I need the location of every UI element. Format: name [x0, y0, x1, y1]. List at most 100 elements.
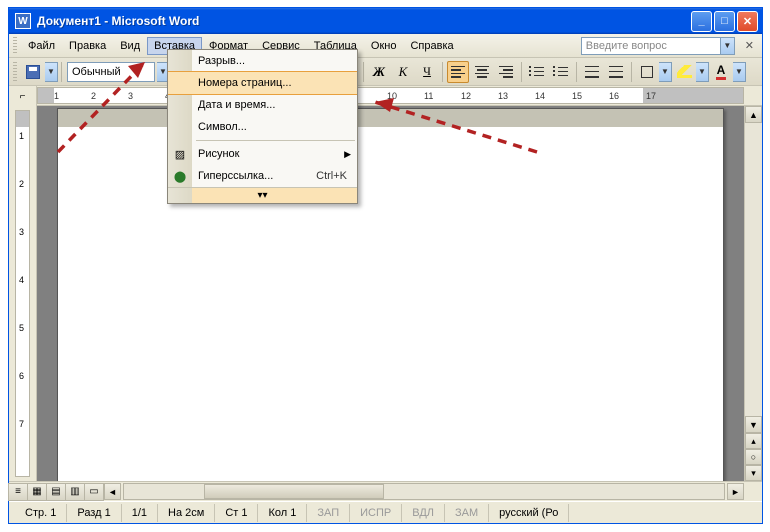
document-page[interactable] [57, 108, 724, 481]
status-page: Стр. 1 [15, 504, 67, 522]
status-section: Разд 1 [67, 504, 121, 522]
status-rec: ЗАП [307, 504, 350, 522]
increase-indent-button[interactable] [605, 61, 627, 83]
horizontal-ruler[interactable]: 1234567891011121314151617 [37, 87, 744, 104]
font-color-icon: A [716, 63, 727, 80]
align-center-button[interactable] [471, 61, 493, 83]
help-search-input[interactable]: Введите вопрос [581, 37, 721, 55]
word-app-icon: W [15, 13, 31, 29]
status-trk: ИСПР [350, 504, 402, 522]
bold-button[interactable]: Ж [368, 61, 390, 83]
formatting-toolbar: ▼ Обычный ▼ Ж К Ч ▼ ▼ A ▼ [9, 58, 762, 86]
app-window: W Документ1 - Microsoft Word _ □ ✕ Файл … [8, 7, 763, 524]
print-view-button[interactable]: ▤ [46, 483, 66, 501]
save-icon [26, 65, 40, 79]
underline-button[interactable]: Ч [416, 61, 438, 83]
doc-close-button[interactable]: ✕ [741, 39, 758, 52]
status-bar: Стр. 1 Разд 1 1/1 На 2см Ст 1 Кол 1 ЗАП … [9, 501, 762, 523]
menu-item-picture[interactable]: ▨ Рисунок ▶ [168, 143, 357, 165]
align-center-icon [475, 66, 489, 78]
save-dropdown[interactable]: ▼ [45, 62, 58, 82]
numbered-list-button[interactable] [526, 61, 548, 83]
menu-help[interactable]: Справка [403, 37, 460, 55]
menu-window[interactable]: Окно [364, 37, 404, 55]
menu-view[interactable]: Вид [113, 37, 147, 55]
hyperlink-icon: ⬤ [172, 168, 188, 184]
scrollbar-thumb[interactable] [204, 484, 384, 499]
align-left-icon [451, 66, 465, 78]
menu-bar: Файл Правка Вид Вставка Формат Сервис Та… [9, 34, 762, 58]
browse-object-button[interactable]: ○ [745, 449, 762, 465]
menu-item-page-numbers[interactable]: Номера страниц... [168, 71, 357, 95]
borders-button[interactable] [636, 61, 658, 83]
toolbar-grip[interactable] [13, 62, 17, 82]
scroll-down-button[interactable]: ▼ [745, 416, 762, 433]
align-right-button[interactable] [495, 61, 517, 83]
title-bar: W Документ1 - Microsoft Word _ □ ✕ [9, 8, 762, 34]
status-pages: 1/1 [122, 504, 158, 522]
outline-view-button[interactable]: ▥ [65, 483, 85, 501]
menu-file[interactable]: Файл [21, 37, 62, 55]
increase-indent-icon [609, 66, 623, 78]
italic-button[interactable]: К [392, 61, 414, 83]
menu-edit[interactable]: Правка [62, 37, 113, 55]
submenu-arrow-icon: ▶ [344, 149, 351, 160]
maximize-button[interactable]: □ [714, 11, 735, 32]
scroll-right-button[interactable]: ► [727, 483, 744, 500]
page-viewport [37, 106, 744, 481]
menu-item-break[interactable]: Разрыв... [168, 50, 357, 72]
picture-icon: ▨ [172, 146, 188, 162]
decrease-indent-icon [585, 66, 599, 78]
decrease-indent-button[interactable] [581, 61, 603, 83]
horizontal-ruler-row: ⌐ 1234567891011121314151617 [9, 86, 762, 106]
vertical-scrollbar[interactable]: ▲ ▼ ▴ ○ ▾ [744, 106, 762, 481]
save-button[interactable] [22, 61, 44, 83]
align-left-button[interactable] [447, 61, 469, 83]
menu-item-hyperlink[interactable]: ⬤ Гиперссылка... Ctrl+K [168, 165, 357, 187]
borders-icon [641, 66, 653, 78]
italic-icon: К [399, 64, 408, 80]
prev-page-button[interactable]: ▴ [745, 433, 762, 449]
tab-selector[interactable]: ⌐ [9, 86, 37, 106]
menu-item-symbol[interactable]: Символ... [168, 116, 357, 138]
scroll-up-button[interactable]: ▲ [745, 106, 762, 123]
status-ovr: ЗАМ [445, 504, 489, 522]
underline-icon: Ч [423, 64, 431, 79]
scroll-track[interactable] [745, 123, 762, 416]
shortcut-label: Ctrl+K [316, 170, 347, 182]
minimize-button[interactable]: _ [691, 11, 712, 32]
highlight-button[interactable] [673, 61, 695, 83]
font-color-button[interactable]: A [710, 61, 732, 83]
web-view-button[interactable]: ▦ [27, 483, 47, 501]
bold-icon: Ж [373, 64, 385, 80]
numbered-list-icon [530, 66, 544, 78]
horizontal-scrollbar[interactable] [123, 483, 725, 500]
status-ext: ВДЛ [402, 504, 445, 522]
menu-expand-button[interactable]: ▾▾ [168, 187, 357, 203]
borders-dropdown[interactable]: ▼ [659, 62, 672, 82]
status-at: На 2см [158, 504, 215, 522]
horizontal-scroll-row: ≡ ▦ ▤ ▥ ▭ ◄ ► [9, 481, 762, 501]
vertical-ruler[interactable]: 1234567 [9, 106, 37, 481]
status-col: Кол 1 [258, 504, 307, 522]
help-search-dropdown[interactable]: ▼ [721, 37, 735, 55]
toolbar-grip[interactable] [13, 37, 17, 55]
menu-item-date-time[interactable]: Дата и время... [168, 94, 357, 116]
font-color-dropdown[interactable]: ▼ [733, 62, 746, 82]
bulleted-list-icon [554, 66, 568, 78]
insert-menu-dropdown: Разрыв... Номера страниц... Дата и время… [167, 49, 358, 204]
scroll-left-button[interactable]: ◄ [104, 483, 121, 500]
close-button[interactable]: ✕ [737, 11, 758, 32]
style-selector[interactable]: Обычный [67, 62, 155, 82]
next-page-button[interactable]: ▾ [745, 465, 762, 481]
align-right-icon [499, 66, 513, 78]
bulleted-list-button[interactable] [550, 61, 572, 83]
reading-view-button[interactable]: ▭ [84, 483, 104, 501]
normal-view-button[interactable]: ≡ [8, 483, 28, 501]
window-title: Документ1 - Microsoft Word [37, 14, 689, 28]
document-area: 1234567 ▲ ▼ ▴ ○ ▾ [9, 106, 762, 481]
chevron-down-icon: ▾▾ [257, 190, 267, 201]
highlight-icon [677, 65, 692, 78]
status-line: Ст 1 [215, 504, 258, 522]
highlight-dropdown[interactable]: ▼ [696, 62, 709, 82]
